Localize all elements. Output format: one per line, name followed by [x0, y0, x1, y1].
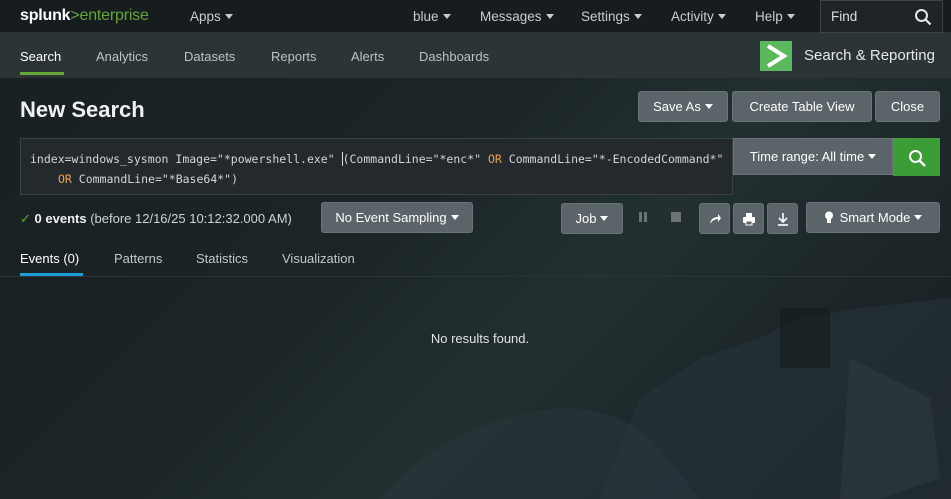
time-range-picker[interactable]: Time range: All time: [733, 138, 893, 175]
tab-events[interactable]: Events (0): [20, 251, 79, 266]
search-mode-dropdown[interactable]: Smart Mode: [806, 202, 940, 233]
job-menu-button[interactable]: Job: [561, 203, 623, 234]
empty-results-message: No results found.: [430, 331, 530, 346]
save-as-button[interactable]: Save As: [638, 91, 728, 122]
apps-menu[interactable]: Apps: [190, 9, 233, 24]
checkmark-icon: ✓: [20, 211, 31, 226]
create-table-view-button[interactable]: Create Table View: [732, 91, 872, 122]
tabs-divider: [0, 276, 951, 277]
page-title: New Search: [20, 97, 145, 122]
chevron-down-icon: [717, 14, 726, 19]
print-button[interactable]: [733, 203, 764, 234]
download-icon: [778, 213, 788, 226]
chevron-down-icon: [545, 14, 554, 19]
chevron-down-icon: [914, 215, 923, 220]
app-logo: [760, 41, 792, 71]
search-icon[interactable]: [914, 8, 932, 26]
pause-icon[interactable]: [638, 211, 648, 223]
chevron-down-icon: [868, 154, 877, 159]
tab-search[interactable]: Search: [20, 49, 61, 64]
splunk-logo[interactable]: splunk>enterprise: [20, 7, 149, 25]
tab-datasets[interactable]: Datasets: [184, 49, 235, 64]
chevron-down-icon: [786, 14, 795, 19]
query-line-1: index=windows_sysmon Image="*powershell.…: [30, 152, 724, 166]
query-line-2: OR CommandLine="*Base64*"): [58, 172, 239, 186]
export-button[interactable]: [767, 203, 798, 234]
chevron-down-icon: [442, 14, 451, 19]
activity-menu[interactable]: Activity: [671, 9, 726, 24]
tab-alerts[interactable]: Alerts: [351, 49, 384, 64]
share-button[interactable]: [699, 203, 730, 234]
run-search-button[interactable]: [893, 138, 940, 176]
tab-visualization[interactable]: Visualization: [282, 251, 355, 266]
tab-statistics[interactable]: Statistics: [196, 251, 248, 266]
tab-reports[interactable]: Reports: [271, 49, 317, 64]
tab-patterns[interactable]: Patterns: [114, 251, 162, 266]
share-arrow-icon: [710, 214, 721, 224]
search-status: ✓ 0 events (before 12/16/25 10:12:32.000…: [20, 211, 292, 226]
find-box: [820, 0, 943, 33]
chevron-down-icon: [450, 215, 459, 220]
search-query-input[interactable]: index=windows_sysmon Image="*powershell.…: [20, 138, 733, 195]
background-art: [380, 298, 951, 499]
chevron-down-icon: [224, 14, 233, 19]
messages-menu[interactable]: Messages: [480, 9, 554, 24]
tab-dashboards[interactable]: Dashboards: [419, 49, 489, 64]
find-input[interactable]: [831, 9, 911, 24]
top-navigation-bar: splunk>enterprise Apps blue Messages Set…: [0, 0, 951, 33]
help-menu[interactable]: Help: [755, 9, 795, 24]
stop-icon[interactable]: [671, 212, 681, 222]
active-tab-indicator: [20, 72, 64, 75]
chevron-right-icon: [766, 44, 788, 68]
tab-analytics[interactable]: Analytics: [96, 49, 148, 64]
user-menu[interactable]: blue: [413, 9, 451, 24]
close-button[interactable]: Close: [875, 91, 940, 122]
settings-menu[interactable]: Settings: [581, 9, 642, 24]
printer-icon: [743, 213, 755, 226]
chevron-down-icon: [704, 104, 713, 109]
chevron-down-icon: [633, 14, 642, 19]
lightbulb-icon: [824, 211, 833, 223]
event-sampling-dropdown[interactable]: No Event Sampling: [321, 202, 473, 233]
app-title: Search & Reporting: [804, 47, 935, 64]
search-icon: [909, 150, 926, 167]
active-results-tab-indicator: [20, 273, 83, 276]
chevron-down-icon: [600, 216, 609, 221]
